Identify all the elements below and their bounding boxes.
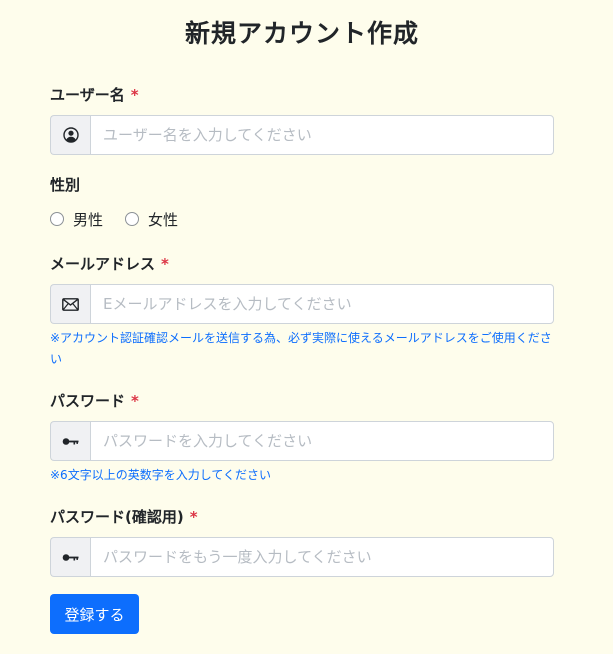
- required-mark: *: [131, 392, 139, 410]
- register-button[interactable]: 登録する: [50, 594, 139, 634]
- password-confirm-input-group: [50, 537, 554, 577]
- password-confirm-label-text: パスワード(確認用): [50, 508, 184, 526]
- password-input-group: [50, 421, 554, 461]
- password-label: パスワード *: [50, 390, 139, 411]
- username-input[interactable]: [90, 115, 554, 155]
- required-mark: *: [161, 255, 169, 273]
- username-label: ユーザー名 *: [50, 84, 139, 105]
- required-mark: *: [130, 86, 139, 104]
- person-circle-icon: [50, 115, 90, 155]
- radio-button-male[interactable]: [50, 212, 64, 226]
- gender-option-label: 男性: [73, 210, 104, 229]
- gender-label: 性別: [50, 176, 81, 194]
- email-help-text: ※アカウント認証確認メールを送信する為、必ず実際に使えるメールアドレスをご使用く…: [50, 331, 552, 366]
- key-icon: [50, 421, 90, 461]
- radio-button-female[interactable]: [125, 212, 140, 226]
- required-mark: *: [189, 508, 198, 526]
- email-input[interactable]: [90, 284, 554, 324]
- password-confirm-input[interactable]: [90, 537, 554, 577]
- password-input[interactable]: [90, 421, 554, 461]
- email-label-text: メールアドレス: [50, 255, 156, 273]
- gender-option-male[interactable]: 男性: [50, 209, 103, 230]
- key-icon: [50, 537, 90, 577]
- password-confirm-label: パスワード(確認用) *: [50, 506, 198, 527]
- page-title: 新規アカウント作成: [184, 19, 419, 48]
- password-help-text: ※6文字以上の英数字を入力してください: [50, 468, 271, 482]
- username-label-text: ユーザー名: [50, 86, 125, 104]
- gender-option-label: 女性: [148, 210, 179, 229]
- email-label: メールアドレス *: [50, 253, 169, 274]
- email-input-group: [50, 284, 554, 324]
- envelope-icon: [50, 284, 90, 324]
- gender-radio-group: 男性 女性: [50, 208, 200, 230]
- username-input-group: [50, 115, 554, 155]
- gender-option-female[interactable]: 女性: [125, 209, 178, 230]
- password-label-text: パスワード: [50, 392, 126, 410]
